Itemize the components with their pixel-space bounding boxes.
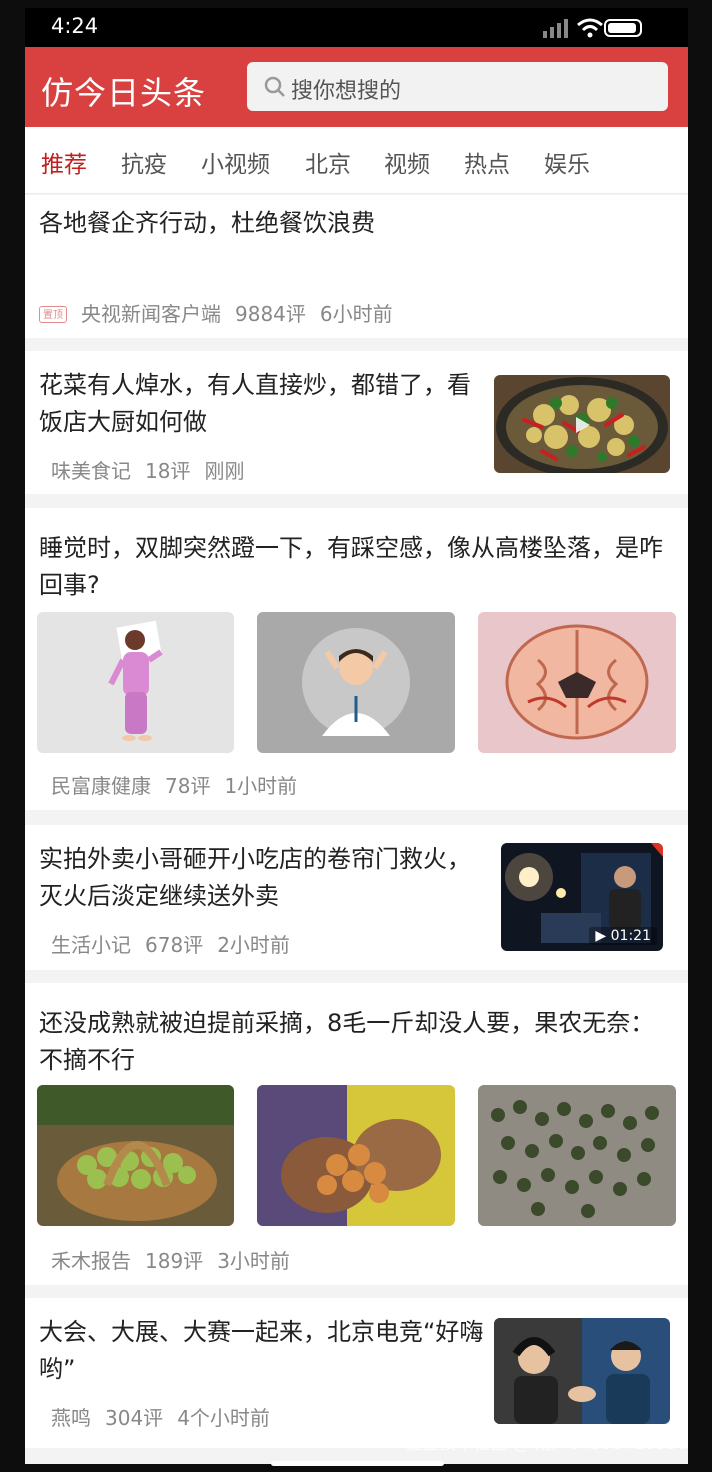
news-item[interactable]: 花菜有人焯水，有人直接炒，都错了，看饭店大厨如何做 味美食记 18评 刚刚 bbox=[25, 351, 688, 494]
news-time: 2小时前 bbox=[217, 933, 290, 957]
news-source: 央视新闻客户端 bbox=[81, 302, 221, 326]
news-meta: 禾木报告 189评 3小时前 bbox=[51, 1245, 304, 1274]
category-tabs: 推荐 抗疫 小视频 北京 视频 热点 娱乐 bbox=[25, 127, 688, 194]
signal-icon bbox=[543, 19, 568, 38]
tab-video[interactable]: 视频 bbox=[384, 145, 430, 179]
news-meta: 生活小记 678评 2小时前 bbox=[51, 929, 304, 958]
news-item[interactable]: 各地餐企齐行动，杜绝餐饮浪费 置顶 央视新闻客户端 9884评 6小时前 bbox=[25, 195, 688, 338]
sleeping-woman-illustration bbox=[37, 612, 234, 753]
news-title: 大会、大展、大赛一起来，北京电竞“好嗨哟” bbox=[39, 1318, 484, 1383]
news-comments: 18评 bbox=[145, 459, 191, 483]
news-source: 燕鸣 bbox=[51, 1406, 91, 1430]
news-time: 3小时前 bbox=[217, 1249, 290, 1273]
status-bar: 4:24 bbox=[25, 8, 688, 47]
watermark: 掘金技术社区 @ 用户04393716330 bbox=[405, 1434, 688, 1454]
nuts-on-ground-photo bbox=[478, 1085, 676, 1226]
delivery-video-thumbnail: ▶ 01:21 bbox=[501, 843, 663, 951]
app-header: 仿今日头条 搜你想搜的 bbox=[25, 47, 688, 127]
tab-short-video[interactable]: 小视频 bbox=[201, 145, 270, 179]
app-logo: 仿今日头条 bbox=[41, 74, 207, 112]
search-icon bbox=[264, 76, 285, 97]
search-box[interactable]: 搜你想搜的 bbox=[247, 62, 668, 111]
news-comments: 78评 bbox=[165, 774, 211, 798]
news-title: 花菜有人焯水，有人直接炒，都错了，看饭店大厨如何做 bbox=[39, 371, 471, 436]
tab-entertainment[interactable]: 娱乐 bbox=[544, 145, 590, 179]
news-time: 刚刚 bbox=[204, 459, 245, 483]
news-time: 4个小时前 bbox=[177, 1406, 270, 1430]
news-source: 味美食记 bbox=[51, 459, 131, 483]
news-comments: 304评 bbox=[105, 1406, 164, 1430]
cauliflower-stirfry-image bbox=[494, 375, 670, 473]
news-title: 还没成熟就被迫提前采摘，8毛一斤却没人要，果农无奈：不摘不行 bbox=[39, 1009, 655, 1074]
battery-icon bbox=[604, 19, 642, 37]
news-title: 实拍外卖小哥砸开小吃店的卷帘门救火，灭火后淡定继续送外卖 bbox=[39, 845, 471, 910]
home-indicator[interactable] bbox=[271, 1461, 444, 1466]
wifi-icon bbox=[577, 18, 603, 38]
video-duration: ▶ 01:21 bbox=[589, 927, 657, 945]
brain-illustration bbox=[478, 612, 676, 753]
news-source: 生活小记 bbox=[51, 933, 131, 957]
news-meta: 民富康健康 78评 1小时前 bbox=[51, 770, 311, 799]
news-meta: 味美食记 18评 刚刚 bbox=[51, 455, 258, 484]
pinned-badge: 置顶 bbox=[39, 306, 67, 323]
tab-recommend[interactable]: 推荐 bbox=[41, 145, 87, 179]
search-placeholder: 搜你想搜的 bbox=[291, 79, 402, 104]
news-comments: 9884评 bbox=[235, 302, 306, 326]
esports-players-image bbox=[494, 1318, 670, 1424]
news-title: 各地餐企齐行动，杜绝餐饮浪费 bbox=[39, 209, 375, 237]
news-source: 民富康健康 bbox=[51, 774, 151, 798]
green-fruit-basket-photo bbox=[37, 1085, 234, 1226]
walnuts-in-hands-photo bbox=[257, 1085, 455, 1226]
news-item[interactable]: 实拍外卖小哥砸开小吃店的卷帘门救火，灭火后淡定继续送外卖 生活小记 678评 2小时… bbox=[25, 825, 688, 970]
news-item[interactable]: 大会、大展、大赛一起来，北京电竞“好嗨哟” 燕鸣 304评 4个小时前 bbox=[25, 1298, 688, 1448]
news-item[interactable]: 还没成熟就被迫提前采摘，8毛一斤却没人要，果农无奈：不摘不行 禾木报告 189评… bbox=[25, 983, 688, 1285]
tab-anti-epidemic[interactable]: 抗疫 bbox=[121, 145, 167, 179]
tab-beijing[interactable]: 北京 bbox=[305, 145, 351, 179]
news-title: 睡觉时，双脚突然蹬一下，有踩空感，像从高楼坠落，是咋回事? bbox=[39, 534, 663, 599]
news-meta: 置顶 央视新闻客户端 9884评 6小时前 bbox=[39, 298, 407, 327]
news-time: 6小时前 bbox=[319, 302, 393, 326]
video-duration-text: 01:21 bbox=[610, 928, 651, 944]
status-time: 4:24 bbox=[51, 14, 99, 38]
news-comments: 678评 bbox=[145, 933, 204, 957]
news-source: 禾木报告 bbox=[51, 1249, 131, 1273]
news-time: 1小时前 bbox=[224, 774, 298, 798]
news-comments: 189评 bbox=[145, 1249, 204, 1273]
news-meta: 燕鸣 304评 4个小时前 bbox=[51, 1402, 284, 1431]
doctor-illustration bbox=[257, 612, 455, 753]
news-item[interactable]: 睡觉时，双脚突然蹬一下，有踩空感，像从高楼坠落，是咋回事? 民富康健康 78评 … bbox=[25, 508, 688, 810]
tab-hot[interactable]: 热点 bbox=[464, 145, 510, 179]
phone-screen: 4:24 仿今日头条 搜你想搜的 推荐 抗疫 小视频 北京 视频 热点 娱乐 各… bbox=[25, 8, 688, 1464]
